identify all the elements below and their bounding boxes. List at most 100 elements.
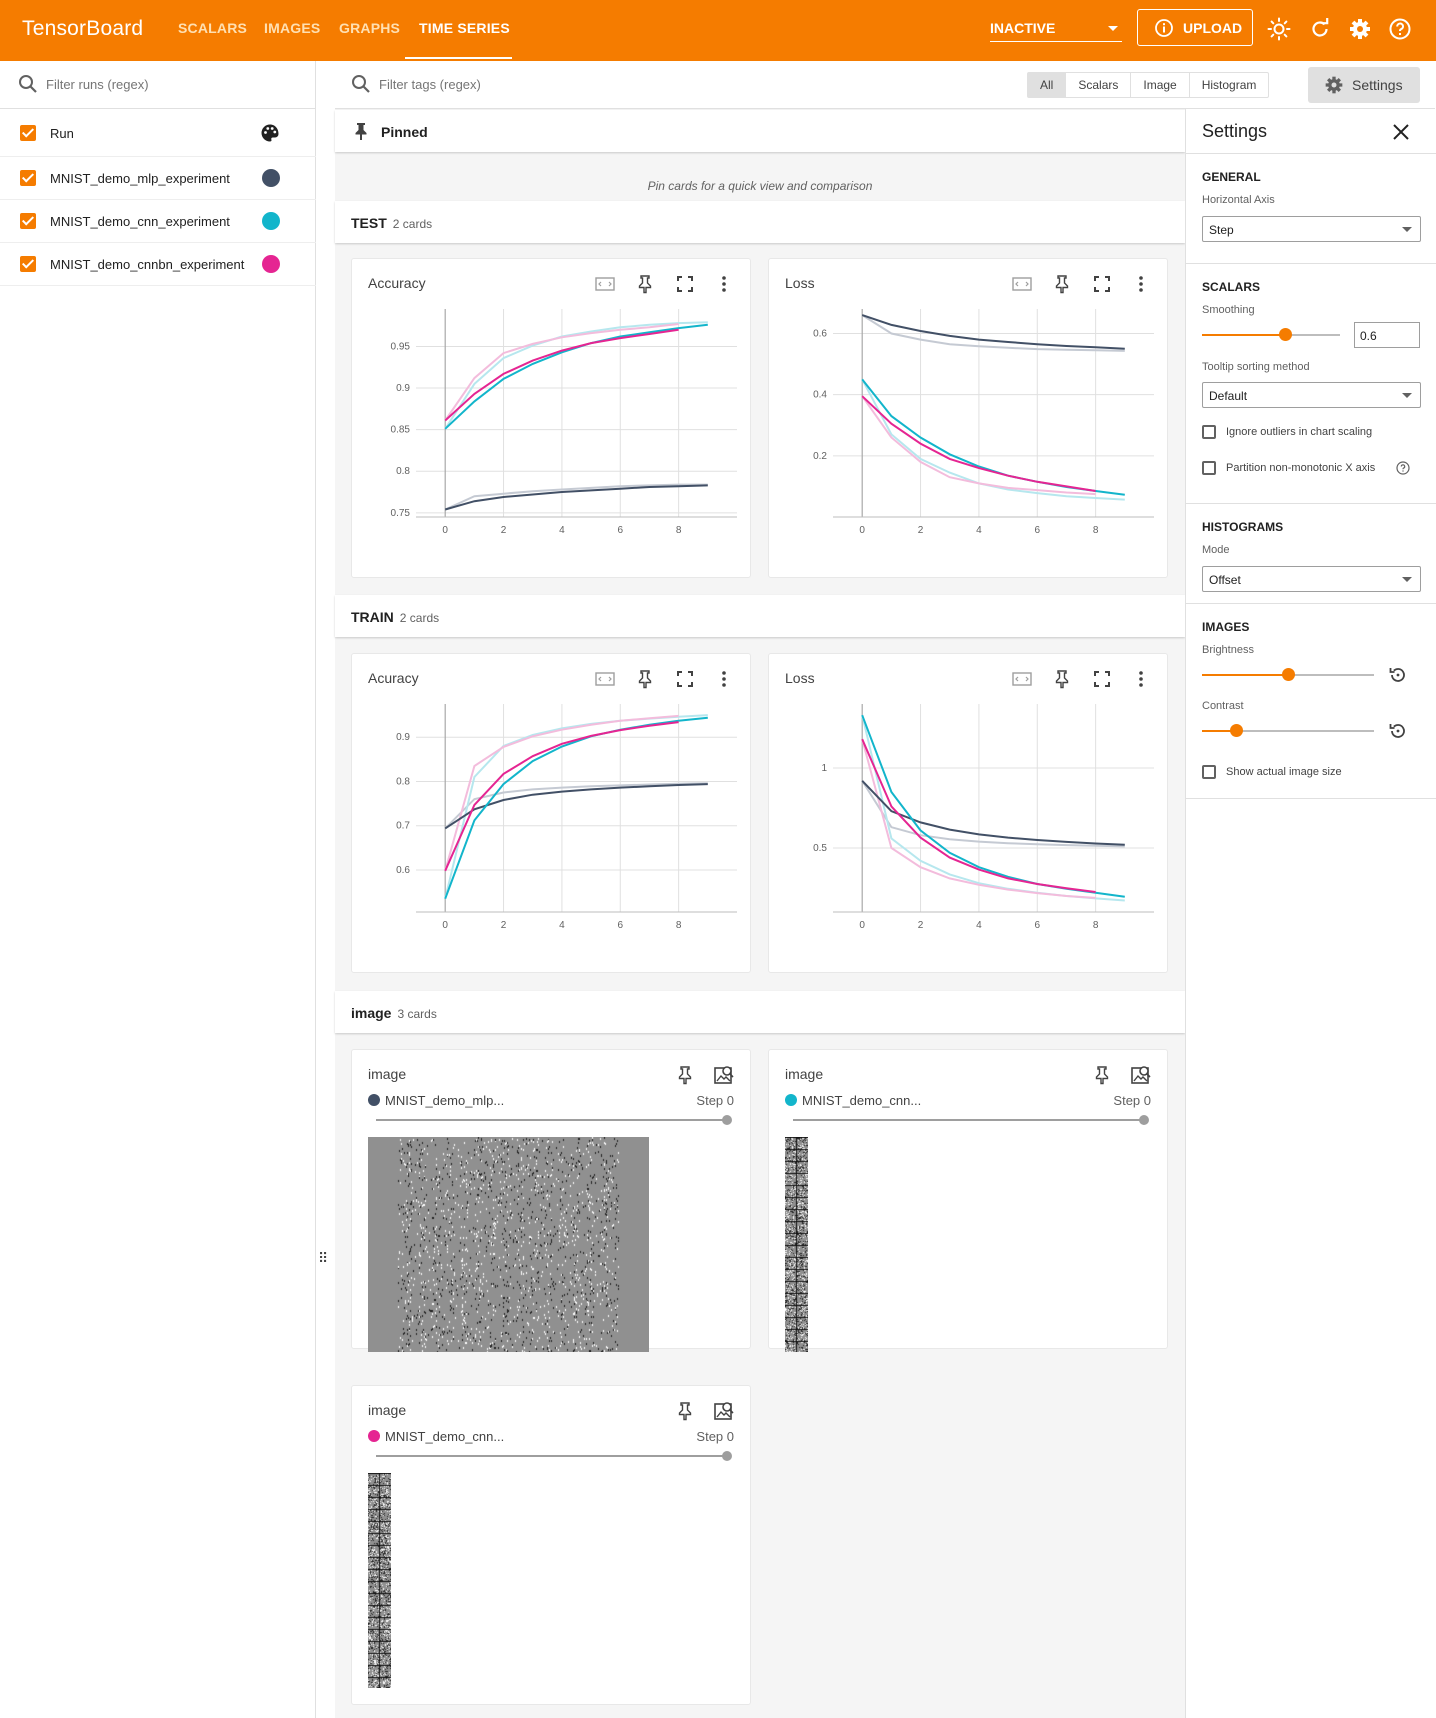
x-tick-label: 8 (1093, 920, 1099, 931)
scalars-heading: SCALARS (1202, 280, 1261, 294)
contrast-slider-thumb[interactable] (1230, 724, 1243, 737)
theme-toggle-icon[interactable] (1267, 17, 1291, 41)
run-checkbox[interactable] (20, 256, 36, 272)
x-tick-label: 4 (559, 920, 565, 931)
fit-to-data-icon[interactable] (594, 273, 616, 295)
x-tick-label: 4 (976, 525, 982, 536)
help-icon[interactable] (1396, 461, 1410, 475)
help-icon[interactable] (1388, 17, 1412, 41)
image-step-label: Step 0 (696, 1093, 734, 1108)
card-title: Acuracy (368, 670, 419, 686)
run-row[interactable]: MNIST_demo_mlp_experiment (0, 157, 316, 200)
pin-icon[interactable] (1051, 273, 1073, 295)
fullscreen-icon[interactable] (674, 668, 696, 690)
card-title: Loss (785, 275, 815, 291)
image-run-name: MNIST_demo_mlp... (385, 1093, 505, 1108)
select-all-checkbox[interactable] (20, 125, 36, 141)
fit-to-data-icon[interactable] (594, 668, 616, 690)
more-vert-icon[interactable] (713, 668, 735, 690)
run-color-swatch[interactable] (262, 212, 280, 230)
run-checkbox[interactable] (20, 170, 36, 186)
fullscreen-icon[interactable] (1091, 273, 1113, 295)
group-name: image (351, 1005, 392, 1021)
group-header-image: image 3 cards (335, 991, 1185, 1033)
actual-size-checkbox[interactable] (1202, 765, 1216, 779)
settings-button-label: Settings (1352, 77, 1403, 93)
step-slider[interactable] (376, 1451, 732, 1461)
image-zoom-icon[interactable] (713, 1064, 735, 1086)
close-icon[interactable] (1390, 121, 1412, 143)
step-slider-thumb[interactable] (722, 1115, 732, 1125)
more-vert-icon[interactable] (1130, 273, 1152, 295)
fit-to-data-icon[interactable] (1011, 273, 1033, 295)
palette-icon[interactable] (260, 123, 280, 143)
run-color-swatch[interactable] (262, 169, 280, 187)
filter-histogram-button[interactable]: Histogram (1190, 73, 1269, 97)
run-checkbox[interactable] (20, 213, 36, 229)
brightness-slider-thumb[interactable] (1282, 668, 1295, 681)
settings-toggle-button[interactable]: Settings (1308, 67, 1420, 103)
run-color-swatch[interactable] (262, 255, 280, 273)
fullscreen-icon[interactable] (674, 273, 696, 295)
step-slider[interactable] (376, 1115, 732, 1125)
y-tick-label: 0.6 (813, 328, 827, 339)
plugin-select[interactable]: INACTIVE (990, 20, 1122, 42)
image-zoom-icon[interactable] (1130, 1064, 1152, 1086)
tooltip-sort-value: Default (1209, 389, 1248, 403)
pin-icon[interactable] (634, 273, 656, 295)
tab-images[interactable]: IMAGES (264, 20, 320, 36)
refresh-icon[interactable] (1308, 17, 1332, 41)
fit-to-data-icon[interactable] (1011, 668, 1033, 690)
filter-image-button[interactable]: Image (1131, 73, 1190, 97)
gear-icon[interactable] (1348, 17, 1372, 41)
line-chart[interactable]: 0 2 4 6 8 0.6 0.7 0.8 0.9 (352, 694, 752, 954)
image-step-label: Step 0 (696, 1429, 734, 1444)
tags-filter-input[interactable]: Filter tags (regex) (379, 77, 481, 92)
step-slider-thumb[interactable] (722, 1451, 732, 1461)
pin-icon (355, 123, 367, 140)
histogram-mode-value: Offset (1209, 573, 1241, 587)
smoothing-input[interactable]: 0.6 (1354, 322, 1420, 348)
x-tick-label: 6 (1034, 920, 1040, 931)
histogram-mode-select[interactable]: Offset (1202, 566, 1421, 592)
pin-icon[interactable] (1051, 668, 1073, 690)
reset-icon[interactable] (1388, 721, 1408, 741)
ignore-outliers-checkbox[interactable] (1202, 425, 1216, 439)
image-card: image MNIST_demo_cnn... Step 0 (768, 1049, 1168, 1352)
line-chart[interactable]: 0 2 4 6 8 0.2 0.4 0.6 (769, 299, 1169, 559)
step-slider-thumb[interactable] (1139, 1115, 1149, 1125)
tab-time-series[interactable]: TIME SERIES (419, 20, 510, 36)
run-row[interactable]: MNIST_demo_cnnbn_experiment (0, 243, 316, 286)
run-row[interactable]: MNIST_demo_cnn_experiment (0, 200, 316, 243)
line-chart[interactable]: 0 2 4 6 8 0.5 1 (769, 694, 1169, 954)
line-chart[interactable]: 0 2 4 6 8 0.75 0.8 0.85 0.9 0.95 (352, 299, 752, 559)
run-color-dot (368, 1094, 380, 1106)
filter-all-button[interactable]: All (1028, 73, 1067, 97)
tooltip-sort-select[interactable]: Default (1202, 382, 1421, 408)
pin-icon[interactable] (634, 668, 656, 690)
tab-scalars[interactable]: SCALARS (178, 20, 247, 36)
horizontal-axis-select[interactable]: Step (1202, 216, 1421, 242)
pin-icon[interactable] (674, 1400, 696, 1422)
brightness-label: Brightness (1202, 644, 1254, 656)
more-vert-icon[interactable] (1130, 668, 1152, 690)
y-tick-label: 0.9 (396, 732, 410, 743)
step-slider[interactable] (793, 1115, 1149, 1125)
y-tick-label: 0.8 (396, 776, 410, 787)
runs-filter-input[interactable]: Filter runs (regex) (46, 77, 149, 92)
upload-button[interactable]: UPLOAD (1137, 9, 1253, 46)
runs-filter[interactable]: Filter runs (regex) (0, 61, 316, 109)
image-zoom-icon[interactable] (713, 1400, 735, 1422)
pin-icon[interactable] (674, 1064, 696, 1086)
pin-icon[interactable] (1091, 1064, 1113, 1086)
more-vert-icon[interactable] (713, 273, 735, 295)
filter-scalars-button[interactable]: Scalars (1066, 73, 1132, 97)
runs-header-label: Run (50, 126, 74, 141)
fullscreen-icon[interactable] (1091, 668, 1113, 690)
smoothing-slider-thumb[interactable] (1279, 328, 1292, 341)
sidebar-resize-handle[interactable]: ⠿ (318, 1250, 328, 1267)
partition-checkbox[interactable] (1202, 461, 1216, 475)
histograms-heading: HISTOGRAMS (1202, 520, 1284, 534)
tab-graphs[interactable]: GRAPHS (339, 20, 400, 36)
reset-icon[interactable] (1388, 665, 1408, 685)
